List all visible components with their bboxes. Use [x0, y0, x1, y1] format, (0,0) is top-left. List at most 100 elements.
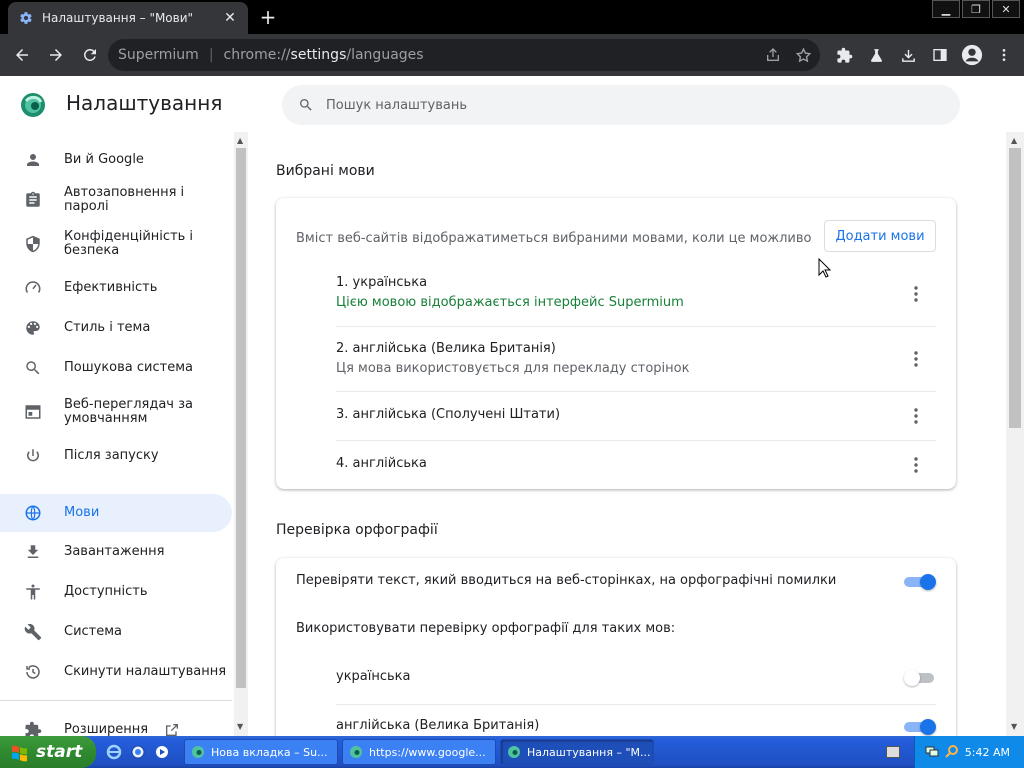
sidebar-item-system[interactable]: Система [0, 616, 232, 648]
bookmark-star-icon[interactable] [792, 45, 814, 65]
history-icon [22, 661, 44, 683]
spellcheck-language-row: українська [336, 656, 936, 704]
browser-icon [22, 401, 44, 423]
settings-main: Вибрані мови Вміст веб-сайтів відображат… [248, 132, 1006, 736]
spellcheck-toggle[interactable] [904, 574, 936, 590]
keyboard-layout-icon[interactable] [886, 746, 900, 758]
scroll-down-arrow-icon[interactable]: ▼ [1011, 722, 1017, 731]
more-actions-icon[interactable] [908, 406, 924, 426]
sidebar-item-label: Автозаповнення і паролі [64, 185, 185, 214]
sidebar-item-appearance[interactable]: Стиль і тема [0, 312, 232, 344]
media-player-icon[interactable] [152, 742, 172, 762]
menu-kebab-icon[interactable] [988, 39, 1020, 71]
scroll-up-arrow-icon[interactable]: ▲ [237, 136, 245, 145]
more-actions-icon[interactable] [908, 349, 924, 369]
search-input[interactable] [326, 97, 926, 113]
sidebar-item-label: Система [64, 624, 123, 639]
toggle-knob [920, 574, 936, 590]
network-tray-icon[interactable] [925, 744, 939, 761]
sidebar-item-default-browser[interactable]: Веб-переглядач за умовчанням [0, 392, 232, 432]
address-bar[interactable]: Supermium | chrome://settings/languages [108, 39, 820, 71]
palette-icon [22, 317, 44, 339]
scroll-up-arrow-icon[interactable]: ▲ [1011, 136, 1017, 145]
main-scrollbar[interactable]: ▲ ▼ [1006, 132, 1024, 736]
settings-gear-icon [18, 10, 34, 26]
more-actions-icon[interactable] [908, 284, 924, 304]
add-languages-button[interactable]: Додати мови [824, 220, 936, 252]
sidebar-item-label: Ви й Google [64, 152, 144, 167]
taskbar-item-new-tab[interactable]: Нова вкладка – Su... [184, 739, 338, 765]
sidebar-item-on-startup[interactable]: Після запуску [0, 440, 232, 472]
profile-avatar-icon[interactable] [956, 39, 988, 71]
side-panel-icon[interactable] [924, 39, 956, 71]
spellcheck-language-toggle[interactable] [904, 670, 936, 686]
clipboard-icon [22, 189, 44, 211]
shield-icon [22, 233, 44, 255]
new-tab-button[interactable]: + [256, 6, 280, 30]
sidebar-item-label: Завантаження [64, 544, 165, 559]
internet-explorer-icon[interactable] [104, 742, 124, 762]
language-row: 1. українська Цією мовою відображається … [336, 260, 936, 326]
sidebar-item-downloads[interactable]: Завантаження [0, 536, 232, 568]
taskbar-item-label: Налаштування – "M... [527, 745, 651, 759]
sidebar-item-performance[interactable]: Ефективність [0, 272, 232, 304]
taskbar-item-google[interactable]: https://www.google... [342, 739, 496, 765]
tab-close-icon[interactable]: ✕ [222, 10, 238, 26]
reload-icon [83, 48, 96, 61]
settings-sidebar: Ви й Google Автозаповнення і паролі Конф… [0, 132, 234, 736]
scroll-down-arrow-icon[interactable]: ▼ [237, 722, 245, 731]
arrow-left-icon [16, 49, 28, 61]
settings-search[interactable] [282, 85, 960, 125]
share-icon[interactable] [762, 45, 784, 65]
sidebar-item-reset[interactable]: Скинути налаштування [0, 656, 232, 688]
sidebar-item-privacy[interactable]: Конфіденційність і безпека [0, 224, 232, 264]
search-tray-icon[interactable] [945, 744, 959, 761]
reload-button[interactable] [74, 39, 106, 71]
more-actions-icon[interactable] [908, 455, 924, 475]
mouse-cursor-icon [818, 258, 832, 278]
tab-title: Налаштування – "Мови" [42, 11, 194, 25]
sidebar-item-label: Конфіденційність і безпека [64, 229, 194, 258]
sidebar-item-search-engine[interactable]: Пошукова система [0, 352, 232, 384]
sidebar-item-accessibility[interactable]: Доступність [0, 576, 232, 608]
sidebar-item-label: Веб-переглядач за умовчанням [64, 397, 193, 426]
sidebar-scrollbar[interactable]: ▲ ▼ [234, 132, 248, 736]
title-bar: Налаштування – "Мови" ✕ + ▁ ❐ ✕ [0, 0, 1024, 34]
url-host: settings [290, 47, 347, 63]
language-note: Ця мова використовується для перекладу с… [336, 361, 690, 376]
sidebar-item-label: Мови [64, 505, 100, 520]
spellcheck-language-toggle[interactable] [904, 719, 936, 735]
sidebar-item-label: Пошукова система [64, 360, 193, 375]
start-button[interactable]: start [0, 736, 96, 768]
spellcheck-languages-label: Використовувати перевірку орфографії для… [296, 621, 676, 636]
sidebar-item-autofill[interactable]: Автозаповнення і паролі [0, 184, 232, 216]
main-scroll-thumb[interactable] [1009, 148, 1021, 428]
minimize-button[interactable]: ▁ [932, 0, 960, 18]
sidebar-scroll-thumb[interactable] [236, 148, 246, 688]
browser-quicklaunch-icon[interactable] [128, 742, 148, 762]
toggle-knob [920, 719, 936, 735]
language-name: 3. англійська (Сполучені Штати) [336, 407, 561, 422]
clock[interactable]: 5:42 AM [965, 746, 1010, 759]
browser-tab[interactable]: Налаштування – "Мови" ✕ [8, 2, 248, 34]
language-name: 4. англійська [336, 456, 427, 471]
extensions-puzzle-icon[interactable] [828, 39, 860, 71]
restore-button[interactable]: ❐ [962, 0, 990, 18]
settings-header: Налаштування [0, 76, 1024, 132]
quick-launch [104, 742, 180, 762]
power-icon [22, 445, 44, 467]
close-window-button[interactable]: ✕ [992, 0, 1020, 18]
address-actions [762, 45, 814, 65]
window-controls: ▁ ❐ ✕ [932, 0, 1020, 18]
downloads-icon[interactable] [892, 39, 924, 71]
sidebar-item-languages[interactable]: Мови [0, 494, 232, 532]
taskbar-item-settings[interactable]: Налаштування – "M... [500, 739, 654, 765]
labs-flask-icon[interactable] [860, 39, 892, 71]
languages-description: Вміст веб-сайтів відображатиметься вибра… [296, 231, 812, 246]
sidebar-item-extensions[interactable]: Розширення [0, 714, 232, 736]
supermium-taskbar-icon [508, 746, 520, 758]
search-icon [22, 357, 44, 379]
forward-button[interactable] [40, 39, 72, 71]
sidebar-item-you-and-google[interactable]: Ви й Google [0, 144, 232, 176]
back-button[interactable] [6, 39, 38, 71]
